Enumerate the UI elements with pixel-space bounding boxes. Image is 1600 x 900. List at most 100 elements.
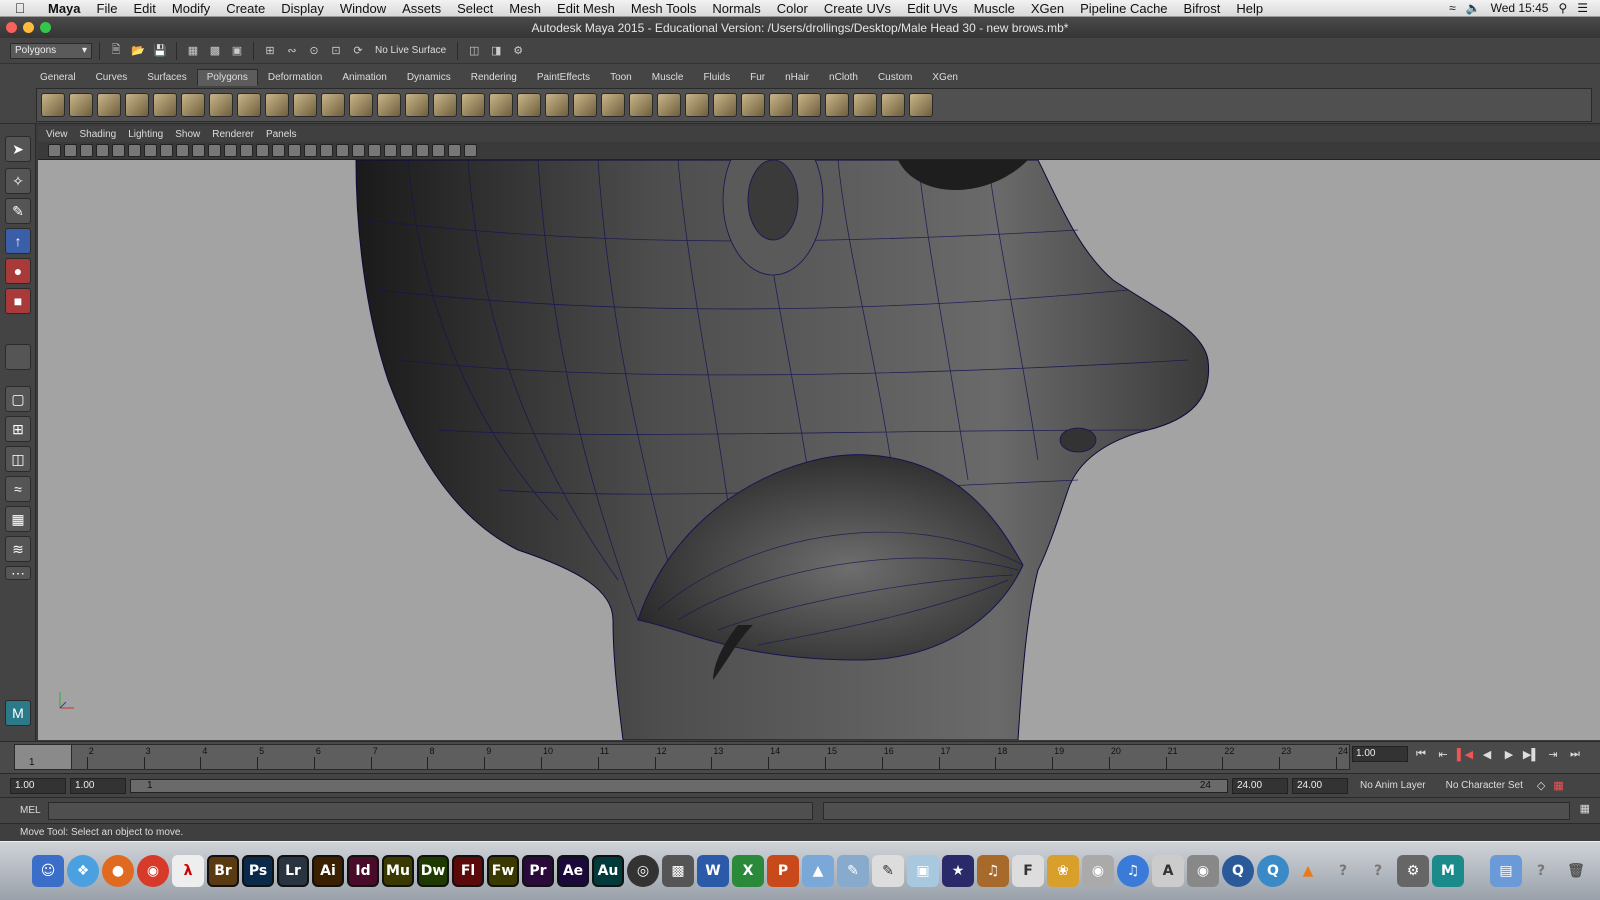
dock-app-ps-icon[interactable]: Ps [242, 855, 274, 887]
offset-edge-loop-icon[interactable] [573, 93, 597, 117]
camera-attributes-icon[interactable] [80, 144, 93, 157]
hypershade-layout-icon[interactable]: ▦ [5, 506, 31, 532]
panel-menu-panels[interactable]: Panels [266, 129, 297, 140]
menu-file[interactable]: File [89, 1, 126, 16]
outliner-graph-layout-icon[interactable]: ≋ [5, 536, 31, 562]
shelf-tab-rendering[interactable]: Rendering [461, 69, 527, 86]
panel-menu-lighting[interactable]: Lighting [128, 129, 163, 140]
scale-tool-icon[interactable]: ■ [5, 288, 31, 314]
save-scene-icon[interactable]: 💾 [151, 42, 169, 60]
auto-key-icon[interactable]: ◇ [1537, 779, 1545, 792]
xray-icon[interactable] [432, 144, 445, 157]
script-editor-icon[interactable]: ▦ [1580, 802, 1590, 815]
film-gate-icon[interactable] [160, 144, 173, 157]
merge-icon[interactable] [657, 93, 681, 117]
menu-create[interactable]: Create [218, 1, 273, 16]
finder-icon[interactable]: ☺ [32, 855, 64, 887]
wireframe-on-shaded-icon[interactable] [288, 144, 301, 157]
spotlight-search-icon[interactable]: ⚲ [1558, 1, 1567, 15]
menu-edit[interactable]: Edit [125, 1, 163, 16]
menu-edit-uvs[interactable]: Edit UVs [899, 1, 966, 16]
shelf-tab-surfaces[interactable]: Surfaces [137, 69, 196, 86]
iphoto-icon[interactable]: ❀ [1047, 855, 1079, 887]
font-book-icon[interactable]: F [1012, 855, 1044, 887]
render-current-frame-icon[interactable]: ◫ [465, 42, 483, 60]
dock-app-ai-icon[interactable]: Ai [312, 855, 344, 887]
command-language-label[interactable]: MEL [20, 805, 41, 816]
minimize-window-button[interactable] [23, 22, 34, 33]
time-ruler[interactable]: 123456789101112131415161718192021222324 [14, 744, 1350, 770]
poly-cylinder-icon[interactable] [97, 93, 121, 117]
excel-icon[interactable]: X [732, 855, 764, 887]
shelf-tab-custom[interactable]: Custom [868, 69, 922, 86]
xray-active-icon[interactable] [464, 144, 477, 157]
isolate-select-icon[interactable] [416, 144, 429, 157]
apple-menu-icon[interactable]:  [0, 0, 40, 16]
make-live-icon[interactable]: ⟳ [349, 42, 367, 60]
current-frame-marker[interactable]: 1 [14, 744, 72, 770]
menu-window[interactable]: Window [332, 1, 394, 16]
more-layouts-icon[interactable]: ⋯ [5, 565, 31, 581]
documents-folder-icon[interactable]: ▤ [1490, 855, 1522, 887]
shelf-tab-nhair[interactable]: nHair [775, 69, 819, 86]
panel-menu-view[interactable]: View [46, 129, 68, 140]
shelf-tab-painteffects[interactable]: PaintEffects [527, 69, 600, 86]
firefox-icon[interactable]: ● [102, 855, 134, 887]
command-input[interactable] [48, 801, 813, 820]
wifi-icon[interactable]: ≈ [1449, 1, 1456, 15]
play-forwards-icon[interactable]: ▶ [1500, 748, 1518, 761]
menu-help[interactable]: Help [1228, 1, 1271, 16]
textured-icon[interactable] [304, 144, 317, 157]
imovie-icon[interactable]: ★ [942, 855, 974, 887]
dock-app-br-icon[interactable]: Br [207, 855, 239, 887]
sculpt-icon[interactable] [685, 93, 709, 117]
insert-edge-loop-icon[interactable] [545, 93, 569, 117]
step-back-frame-icon[interactable]: ▌◀ [1456, 748, 1474, 761]
shelf-tab-polygons[interactable]: Polygons [196, 69, 258, 86]
dock-app-fl-icon[interactable]: Fl [452, 855, 484, 887]
paint-select-tool-icon[interactable]: ✎ [5, 198, 31, 224]
automatic-map-icon[interactable] [853, 93, 877, 117]
maya-dock-icon[interactable]: M [1432, 855, 1464, 887]
shelf-tab-curves[interactable]: Curves [86, 69, 138, 86]
resolution-gate-icon[interactable] [176, 144, 189, 157]
separate-icon[interactable] [321, 93, 345, 117]
menu-app-name[interactable]: Maya [40, 1, 89, 16]
menu-pipeline-cache[interactable]: Pipeline Cache [1072, 1, 1175, 16]
grease-pencil-icon[interactable] [128, 144, 141, 157]
step-back-key-icon[interactable]: ⇤ [1434, 748, 1452, 761]
quicktime-x-icon[interactable]: Q [1257, 855, 1289, 887]
panel-menu-renderer[interactable]: Renderer [212, 129, 254, 140]
snap-grid-icon[interactable]: ⊞ [261, 42, 279, 60]
shelf-tab-ncloth[interactable]: nCloth [819, 69, 868, 86]
shelf-tab-muscle[interactable]: Muscle [642, 69, 694, 86]
animation-preferences-icon[interactable]: ▦ [1553, 779, 1563, 792]
select-camera-icon[interactable] [48, 144, 61, 157]
end-time-field[interactable]: 24.00 [1292, 777, 1348, 794]
dock-app-dw-icon[interactable]: Dw [417, 855, 449, 887]
shelf-tab-toon[interactable]: Toon [600, 69, 642, 86]
powerpoint-icon[interactable]: P [767, 855, 799, 887]
snap-curve-icon[interactable]: ∾ [283, 42, 301, 60]
paint-weights-icon[interactable] [713, 93, 737, 117]
bridge-icon[interactable] [461, 93, 485, 117]
garageband-icon[interactable]: ♫ [977, 855, 1009, 887]
poly-sphere-icon[interactable] [41, 93, 65, 117]
menu-color[interactable]: Color [769, 1, 816, 16]
snap-view-plane-icon[interactable]: ⊡ [327, 42, 345, 60]
use-all-lights-icon[interactable] [320, 144, 333, 157]
menu-bifrost[interactable]: Bifrost [1176, 1, 1229, 16]
safe-action-icon[interactable] [224, 144, 237, 157]
itunes-icon[interactable]: ♫ [1117, 855, 1149, 887]
poly-torus-icon[interactable] [181, 93, 205, 117]
perspective-viewport[interactable] [38, 160, 1600, 740]
menu-display[interactable]: Display [273, 1, 332, 16]
select-tool-icon[interactable]: ➤ [5, 136, 31, 162]
unknown-app-icon-2[interactable]: ? [1362, 855, 1394, 887]
shelf-tab-general[interactable]: General [30, 69, 86, 86]
select-by-component-icon[interactable]: ▣ [228, 42, 246, 60]
clock[interactable]: Wed 15:45 [1491, 1, 1549, 15]
aperture-icon[interactable]: ◎ [627, 855, 659, 887]
menu-mesh[interactable]: Mesh [501, 1, 549, 16]
unknown-app-icon[interactable]: ? [1327, 855, 1359, 887]
